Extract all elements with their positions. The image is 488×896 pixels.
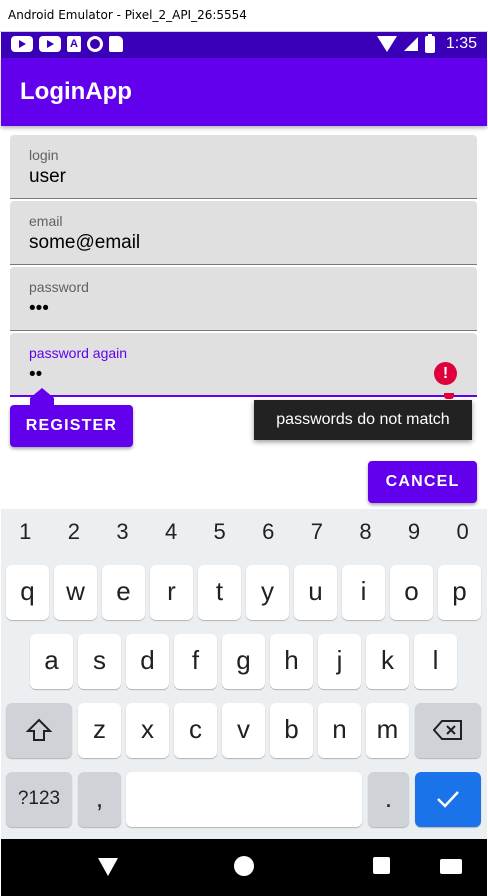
accessibility-icon: A	[67, 36, 81, 52]
key-8[interactable]: 8	[341, 509, 390, 555]
key-q[interactable]: q	[6, 565, 49, 620]
register-button[interactable]: REGISTER	[10, 405, 133, 447]
key-p[interactable]: p	[438, 565, 481, 620]
keyboard-icon[interactable]	[440, 859, 462, 874]
navigation-bar	[1, 839, 487, 896]
sd-card-icon	[109, 36, 123, 52]
key-s[interactable]: s	[78, 634, 121, 689]
login-field[interactable]: login user	[10, 135, 477, 199]
enter-key[interactable]	[415, 772, 481, 827]
key-b[interactable]: b	[270, 703, 313, 758]
key-f[interactable]: f	[174, 634, 217, 689]
key-n[interactable]: n	[318, 703, 361, 758]
backspace-icon	[432, 720, 462, 740]
wifi-icon	[376, 36, 397, 52]
back-icon[interactable]	[98, 858, 118, 876]
key-u[interactable]: u	[294, 565, 337, 620]
key-2[interactable]: 2	[50, 509, 99, 555]
key-4[interactable]: 4	[147, 509, 196, 555]
signal-icon	[403, 37, 418, 51]
youtube-icon	[11, 36, 33, 52]
key-z[interactable]: z	[78, 703, 121, 758]
window-title: Android Emulator - Pixel_2_API_26:5554	[8, 8, 247, 22]
soft-keyboard: 1 2 3 4 5 6 7 8 9 0 q w e r t y u i o p …	[1, 509, 487, 839]
cancel-button[interactable]: CANCEL	[368, 461, 477, 503]
password-again-label: password again	[29, 345, 128, 361]
key-d[interactable]: d	[126, 634, 169, 689]
circle-icon	[87, 36, 103, 52]
period-key[interactable]: .	[368, 772, 409, 827]
space-key[interactable]	[126, 772, 362, 827]
backspace-key[interactable]	[415, 703, 481, 758]
key-v[interactable]: v	[222, 703, 265, 758]
key-j[interactable]: j	[318, 634, 361, 689]
check-icon	[437, 791, 459, 808]
app-bar: LoginApp	[1, 58, 487, 126]
key-x[interactable]: x	[126, 703, 169, 758]
login-label: login	[29, 147, 59, 163]
error-pointer	[444, 393, 454, 399]
home-icon[interactable]	[234, 856, 254, 876]
status-time: 1:35	[445, 35, 477, 52]
window-title-bar: Android Emulator - Pixel_2_API_26:5554	[0, 0, 488, 32]
battery-icon	[424, 33, 435, 53]
recents-icon[interactable]	[373, 857, 390, 874]
status-bar: A 1:35	[1, 32, 487, 58]
key-l[interactable]: l	[414, 634, 457, 689]
key-m[interactable]: m	[366, 703, 409, 758]
key-5[interactable]: 5	[195, 509, 244, 555]
error-tooltip: passwords do not match	[254, 400, 472, 440]
comma-key[interactable]: ,	[78, 772, 121, 827]
key-o[interactable]: o	[390, 565, 433, 620]
key-i[interactable]: i	[342, 565, 385, 620]
email-label: email	[29, 213, 63, 229]
password-label: password	[29, 279, 89, 295]
password-again-field[interactable]: password again ••	[10, 333, 477, 397]
password-again-value: ••	[29, 364, 43, 385]
key-e[interactable]: e	[102, 565, 145, 620]
key-0[interactable]: 0	[438, 509, 487, 555]
key-h[interactable]: h	[270, 634, 313, 689]
key-3[interactable]: 3	[98, 509, 147, 555]
key-t[interactable]: t	[198, 565, 241, 620]
key-g[interactable]: g	[222, 634, 265, 689]
key-w[interactable]: w	[54, 565, 97, 620]
number-row: 1 2 3 4 5 6 7 8 9 0	[1, 509, 487, 555]
key-k[interactable]: k	[366, 634, 409, 689]
key-1[interactable]: 1	[1, 509, 50, 555]
key-a[interactable]: a	[30, 634, 73, 689]
login-value: user	[29, 166, 66, 187]
symbols-key[interactable]: ?123	[6, 772, 72, 827]
password-field[interactable]: password •••	[10, 267, 477, 331]
password-value: •••	[29, 298, 49, 319]
key-9[interactable]: 9	[390, 509, 439, 555]
key-r[interactable]: r	[150, 565, 193, 620]
error-icon[interactable]: !	[434, 362, 457, 385]
key-y[interactable]: y	[246, 565, 289, 620]
app-title: LoginApp	[20, 78, 132, 105]
key-c[interactable]: c	[174, 703, 217, 758]
key-6[interactable]: 6	[244, 509, 293, 555]
youtube-icon	[39, 36, 61, 52]
shift-key[interactable]	[6, 703, 72, 758]
key-7[interactable]: 7	[293, 509, 342, 555]
shift-icon	[25, 718, 53, 741]
email-field[interactable]: email some@email	[10, 201, 477, 265]
email-value: some@email	[29, 232, 141, 253]
